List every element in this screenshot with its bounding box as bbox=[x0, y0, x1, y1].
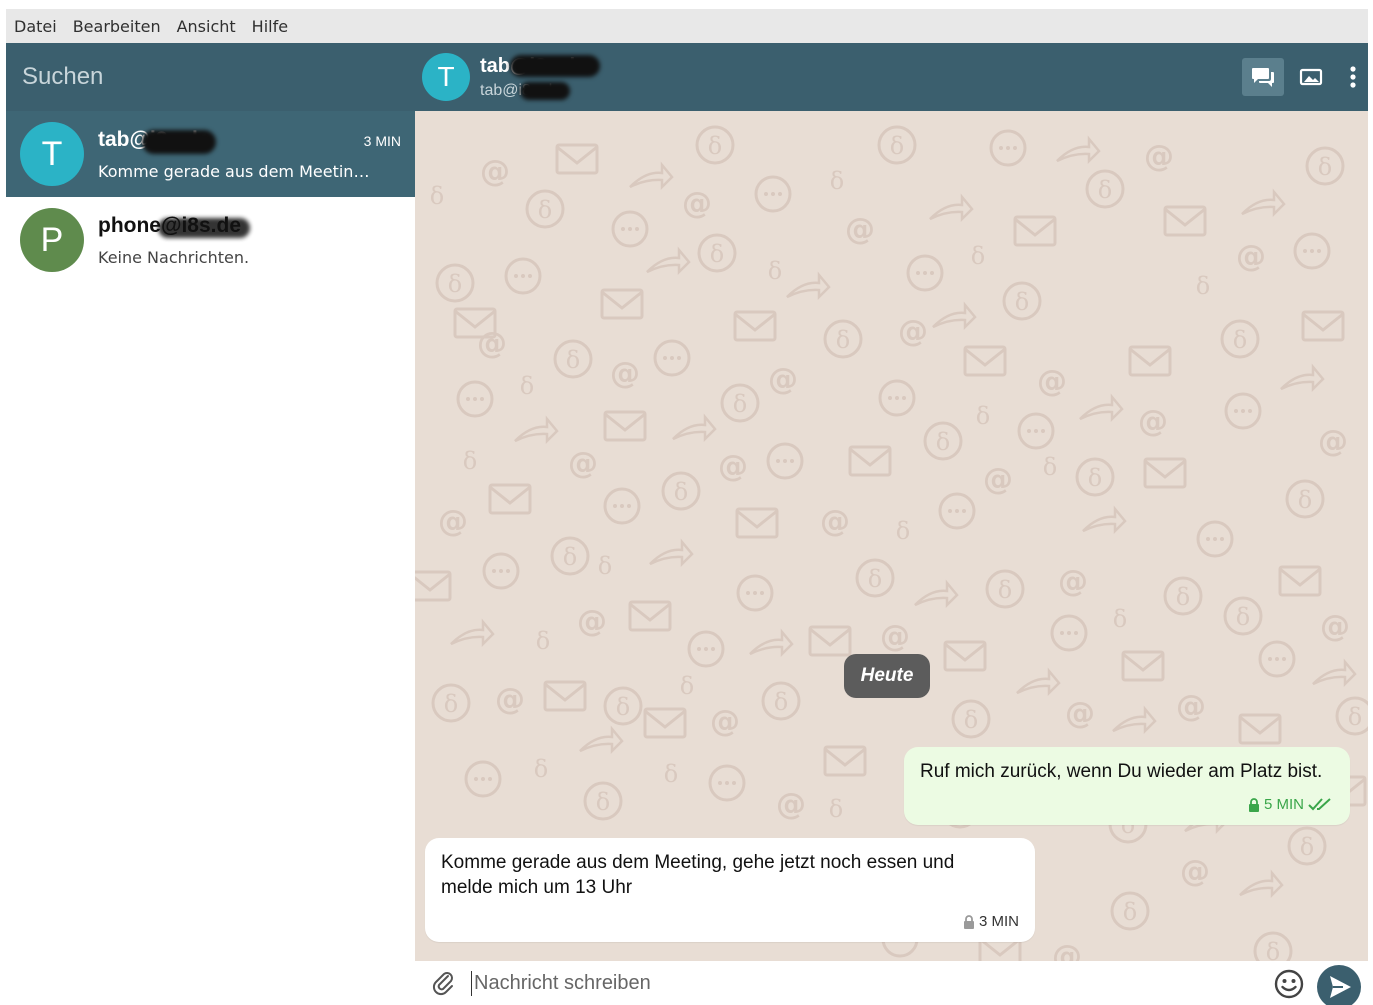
date-separator: Heute bbox=[844, 654, 930, 698]
send-button[interactable] bbox=[1317, 965, 1361, 1005]
conversation-sidebar: T tab@i8s.de Komme gerade aus dem Meetin… bbox=[6, 43, 415, 1005]
menu-bearbeiten[interactable]: Bearbeiten bbox=[65, 17, 169, 36]
message-bubble-incoming[interactable]: Komme gerade aus dem Meeting, gehe jetzt… bbox=[425, 838, 1035, 942]
message-meta: 3 MIN bbox=[963, 909, 1019, 934]
lock-icon bbox=[1248, 797, 1259, 812]
redaction-mark bbox=[510, 54, 600, 77]
media-button[interactable] bbox=[1290, 58, 1332, 96]
menu-datei[interactable]: Datei bbox=[6, 17, 65, 36]
double-check-icon bbox=[1308, 797, 1331, 810]
conversation-item-phone[interactable]: P phone@i8s.de Keine Nachrichten. bbox=[6, 197, 415, 283]
attach-button[interactable] bbox=[431, 970, 457, 996]
redaction-mark bbox=[142, 129, 216, 154]
message-time: 5 MIN bbox=[1263, 796, 1304, 813]
redaction-mark bbox=[520, 81, 570, 100]
menubar: Datei Bearbeiten Ansicht Hilfe bbox=[6, 9, 1368, 43]
chat-view-button[interactable] bbox=[1242, 58, 1284, 96]
image-icon bbox=[1299, 68, 1323, 86]
message-text: Komme gerade aus dem Meeting, gehe jetzt… bbox=[441, 852, 955, 898]
chat-bubbles-icon bbox=[1252, 68, 1274, 87]
contact-subtitle: tab@i8s.de bbox=[480, 81, 586, 100]
menu-hilfe[interactable]: Hilfe bbox=[244, 17, 296, 36]
chat-header: T tab@i8s.de tab@i8s.de bbox=[415, 43, 1368, 111]
avatar: T bbox=[20, 122, 84, 186]
conversation-preview: Komme gerade aus dem Meeting,... bbox=[98, 161, 378, 181]
conversation-item-tab[interactable]: T tab@i8s.de Komme gerade aus dem Meetin… bbox=[6, 111, 415, 197]
contact-avatar[interactable]: T bbox=[422, 53, 470, 101]
conversation-preview: Keine Nachrichten. bbox=[98, 247, 250, 267]
more-options-button[interactable] bbox=[1338, 58, 1368, 96]
message-input[interactable] bbox=[471, 970, 1256, 996]
conversation-name: tab@i8s.de bbox=[98, 128, 216, 154]
message-meta: 5 MIN bbox=[1248, 792, 1334, 817]
redaction-mark bbox=[158, 217, 250, 238]
message-area[interactable]: @ δ δ bbox=[415, 111, 1368, 961]
app-window: Datei Bearbeiten Ansicht Hilfe T tab@i8s… bbox=[6, 9, 1368, 1005]
message-time: 3 MIN bbox=[978, 913, 1019, 930]
header-actions bbox=[1236, 43, 1368, 111]
message-bubble-outgoing[interactable]: Ruf mich zurück, wenn Du wieder am Platz… bbox=[904, 747, 1350, 825]
emoji-smiley-icon bbox=[1274, 969, 1304, 999]
message-composer bbox=[415, 961, 1368, 1005]
conversation-name: phone@i8s.de bbox=[98, 214, 250, 238]
more-vertical-icon bbox=[1350, 66, 1356, 88]
message-text: Ruf mich zurück, wenn Du wieder am Platz… bbox=[920, 761, 1323, 782]
paperclip-icon bbox=[432, 972, 453, 996]
conversation-time: 3 MIN bbox=[363, 133, 401, 149]
avatar: P bbox=[20, 208, 84, 272]
send-arrow-icon bbox=[1317, 965, 1361, 1005]
search-input[interactable] bbox=[20, 62, 404, 92]
chat-panel: T tab@i8s.de tab@i8s.de bbox=[415, 43, 1368, 1005]
contact-name: tab@i8s.de bbox=[480, 54, 600, 78]
search-bar bbox=[6, 43, 415, 111]
lock-icon bbox=[963, 914, 974, 929]
emoji-button[interactable] bbox=[1273, 968, 1305, 1000]
menu-ansicht[interactable]: Ansicht bbox=[169, 17, 244, 36]
background-pattern: @ δ δ bbox=[415, 125, 1368, 961]
